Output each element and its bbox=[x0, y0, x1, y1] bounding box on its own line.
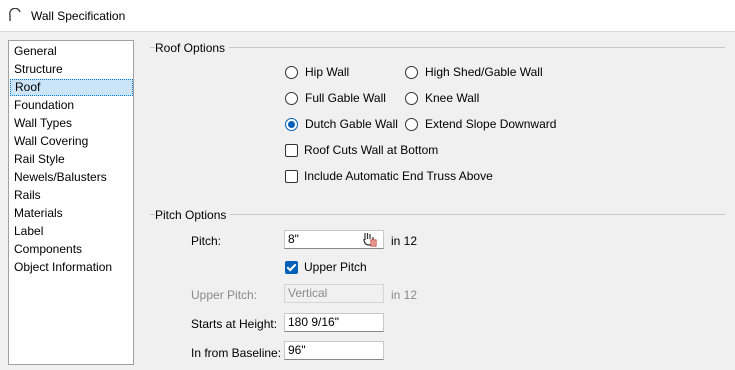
sidebar-item-structure[interactable]: Structure bbox=[10, 61, 133, 78]
in-from-baseline-label: In from Baseline: bbox=[191, 346, 282, 360]
calculator-hand-icon[interactable] bbox=[361, 231, 377, 247]
sidebar-item-rail-style[interactable]: Rail Style bbox=[10, 151, 133, 168]
checkbox-icon[interactable] bbox=[285, 169, 298, 183]
sidebar-item-newels-balusters[interactable]: Newels/Balusters bbox=[10, 169, 133, 186]
include-end-truss-checkbox[interactable]: Include Automatic End Truss Above bbox=[285, 168, 493, 184]
sidebar-item-roof[interactable]: Roof bbox=[10, 79, 133, 96]
starts-at-height-label: Starts at Height: bbox=[191, 317, 278, 331]
dutch-gable-wall-label: Dutch Gable Wall bbox=[305, 117, 398, 131]
checkbox-checked-icon[interactable] bbox=[285, 260, 298, 274]
roof-options-divider bbox=[150, 47, 725, 48]
hip-wall-radio[interactable]: Hip Wall bbox=[285, 64, 349, 80]
radio-icon[interactable] bbox=[405, 91, 418, 105]
sidebar-item-components[interactable]: Components bbox=[10, 241, 133, 258]
pitch-label: Pitch: bbox=[191, 234, 222, 248]
sidebar-item-general[interactable]: General bbox=[10, 43, 133, 60]
category-list[interactable]: General Structure Roof Foundation Wall T… bbox=[8, 40, 134, 365]
title-bar: Wall Specification bbox=[0, 0, 735, 32]
high-shed-gable-wall-label: High Shed/Gable Wall bbox=[425, 65, 543, 79]
sidebar-item-object-information[interactable]: Object Information bbox=[10, 259, 133, 276]
roof-cuts-wall-checkbox[interactable]: Roof Cuts Wall at Bottom bbox=[285, 142, 438, 158]
knee-wall-radio[interactable]: Knee Wall bbox=[405, 90, 479, 106]
roof-cuts-wall-label: Roof Cuts Wall at Bottom bbox=[304, 143, 439, 157]
radio-selected-icon[interactable] bbox=[285, 117, 298, 131]
extend-slope-downward-label: Extend Slope Downward bbox=[425, 117, 557, 131]
in-from-baseline-input[interactable]: 96" bbox=[284, 341, 384, 360]
pitch-options-divider bbox=[150, 214, 725, 215]
checkbox-icon[interactable] bbox=[285, 143, 298, 157]
radio-icon[interactable] bbox=[285, 91, 298, 105]
sidebar-item-foundation[interactable]: Foundation bbox=[10, 97, 133, 114]
extend-slope-downward-radio[interactable]: Extend Slope Downward bbox=[405, 116, 556, 132]
sidebar-item-label[interactable]: Label bbox=[10, 223, 133, 240]
high-shed-gable-wall-radio[interactable]: High Shed/Gable Wall bbox=[405, 64, 543, 80]
full-gable-wall-label: Full Gable Wall bbox=[305, 91, 386, 105]
radio-icon[interactable] bbox=[285, 65, 298, 79]
upper-pitch-unit: in 12 bbox=[391, 288, 418, 302]
starts-at-height-input[interactable]: 180 9/16" bbox=[284, 313, 384, 332]
full-gable-wall-radio[interactable]: Full Gable Wall bbox=[285, 90, 386, 106]
wall-arc-icon bbox=[9, 8, 21, 21]
sidebar-item-materials[interactable]: Materials bbox=[10, 205, 133, 222]
roof-options-heading: Roof Options bbox=[155, 41, 230, 55]
upper-pitch-input: Vertical bbox=[284, 284, 384, 303]
include-end-truss-label: Include Automatic End Truss Above bbox=[304, 169, 493, 183]
dutch-gable-wall-radio[interactable]: Dutch Gable Wall bbox=[285, 116, 398, 132]
sidebar-item-wall-covering[interactable]: Wall Covering bbox=[10, 133, 133, 150]
sidebar-item-wall-types[interactable]: Wall Types bbox=[10, 115, 133, 132]
radio-icon[interactable] bbox=[405, 65, 418, 79]
radio-icon[interactable] bbox=[405, 117, 418, 131]
upper-pitch-check-label: Upper Pitch bbox=[304, 260, 367, 274]
hip-wall-label: Hip Wall bbox=[305, 65, 350, 79]
sidebar-item-rails[interactable]: Rails bbox=[10, 187, 133, 204]
window-title: Wall Specification bbox=[31, 9, 126, 23]
upper-pitch-label: Upper Pitch: bbox=[191, 288, 258, 302]
pitch-options-heading: Pitch Options bbox=[155, 208, 231, 222]
knee-wall-label: Knee Wall bbox=[425, 91, 480, 105]
upper-pitch-checkbox[interactable]: Upper Pitch bbox=[285, 259, 367, 275]
pitch-unit: in 12 bbox=[391, 234, 418, 248]
